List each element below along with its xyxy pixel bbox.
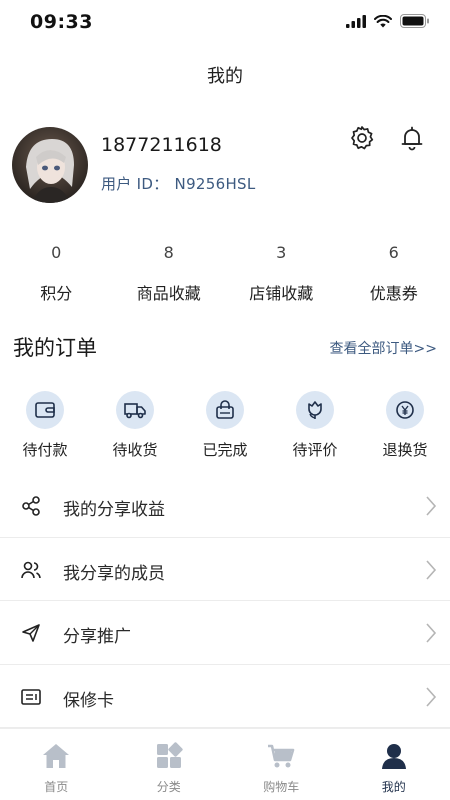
- order-completed[interactable]: 已完成: [180, 391, 270, 460]
- tab-mine[interactable]: 我的: [338, 729, 450, 800]
- view-all-orders-link[interactable]: 查看全部订单>>: [330, 338, 437, 358]
- wifi-icon: [374, 14, 392, 27]
- tab-label: 我的: [381, 780, 406, 794]
- stat-coupons[interactable]: 6 优惠券: [338, 240, 450, 310]
- settings-icon[interactable]: [348, 124, 376, 152]
- order-pending-payment[interactable]: 待付款: [0, 391, 90, 460]
- user-id: 用户 ID： N9256HSL: [101, 173, 256, 194]
- page-title: 我的: [207, 66, 243, 87]
- orders-title: 我的订单: [13, 336, 97, 360]
- stat-store-favorites[interactable]: 3 店铺收藏: [225, 240, 338, 310]
- status-time: 09:33: [30, 11, 93, 33]
- order-label: 退换货: [382, 441, 428, 459]
- stat-value: 6: [388, 243, 399, 262]
- stat-value: 8: [163, 243, 174, 262]
- battery-icon: [400, 14, 429, 28]
- menu-label: 分享推广: [63, 627, 131, 647]
- stat-label: 积分: [40, 284, 73, 303]
- status-icons: [346, 14, 430, 28]
- signal-icon: [346, 14, 366, 28]
- tab-label: 首页: [44, 780, 69, 794]
- order-pending-review[interactable]: 待评价: [270, 391, 360, 460]
- menu-label: 保修卡: [63, 690, 114, 711]
- menu-item-share-promotion[interactable]: 分享推广: [0, 601, 450, 665]
- category-icon: [156, 742, 183, 768]
- user-id-label: 用户 ID：: [101, 175, 169, 193]
- order-label: 待收货: [112, 441, 158, 459]
- menu-item-shared-members[interactable]: 我分享的成员: [0, 538, 450, 601]
- tab-category[interactable]: 分类: [113, 729, 226, 800]
- orders-header: 我的订单 查看全部订单>>: [0, 332, 450, 364]
- menu-label: 我分享的成员: [63, 563, 165, 584]
- wallet-icon: [26, 391, 64, 429]
- user-id-value: N9256HSL: [174, 175, 256, 193]
- share-icon: [22, 496, 40, 516]
- tab-home[interactable]: 首页: [0, 729, 113, 800]
- avatar[interactable]: [12, 127, 88, 203]
- chevron-right-icon: [426, 686, 437, 707]
- menu-list: 我的分享收益 我分享的成员 分享推广 保修卡: [0, 474, 450, 728]
- bag-icon: [206, 391, 244, 429]
- stat-points[interactable]: 0 积分: [0, 240, 113, 310]
- stat-label: 店铺收藏: [249, 284, 314, 303]
- chevron-right-icon: [426, 623, 437, 643]
- yen-icon: [386, 391, 424, 429]
- stat-label: 优惠券: [369, 284, 418, 303]
- menu-item-warranty-card[interactable]: 保修卡: [0, 665, 450, 728]
- tab-label: 分类: [156, 780, 181, 794]
- order-label: 已完成: [202, 441, 248, 459]
- tab-label: 购物车: [263, 780, 300, 794]
- profile-header: 1877211618 用户 ID： N9256HSL: [0, 124, 450, 206]
- order-status-row: 待付款 待收货 已完成 待评价 退换货: [0, 391, 450, 460]
- card-icon: [21, 688, 41, 705]
- bell-icon[interactable]: [398, 124, 426, 152]
- menu-item-share-earnings[interactable]: 我的分享收益: [0, 474, 450, 538]
- cart-icon: [268, 744, 295, 768]
- stat-value: 3: [276, 243, 287, 262]
- flower-icon: [296, 391, 334, 429]
- order-label: 待付款: [22, 441, 68, 459]
- user-phone: 1877211618: [101, 134, 222, 156]
- tab-cart[interactable]: 购物车: [225, 729, 338, 800]
- stat-product-favorites[interactable]: 8 商品收藏: [113, 240, 226, 310]
- stats-row: 0 积分 8 商品收藏 3 店铺收藏 6 优惠券: [0, 240, 450, 310]
- truck-icon: [116, 391, 154, 429]
- order-returns[interactable]: 退换货: [360, 391, 450, 460]
- home-icon: [43, 744, 70, 768]
- chevron-right-icon: [426, 496, 437, 516]
- status-bar: 09:33: [0, 0, 450, 46]
- order-label: 待评价: [292, 441, 338, 459]
- order-pending-receipt[interactable]: 待收货: [90, 391, 180, 460]
- menu-label: 我的分享收益: [63, 500, 165, 520]
- members-icon: [21, 561, 41, 578]
- stat-value: 0: [51, 243, 62, 262]
- tab-bar: 首页 分类 购物车 我的: [0, 728, 450, 800]
- send-icon: [22, 624, 40, 642]
- chevron-right-icon: [426, 559, 437, 580]
- stat-label: 商品收藏: [136, 284, 201, 303]
- user-icon: [381, 744, 406, 769]
